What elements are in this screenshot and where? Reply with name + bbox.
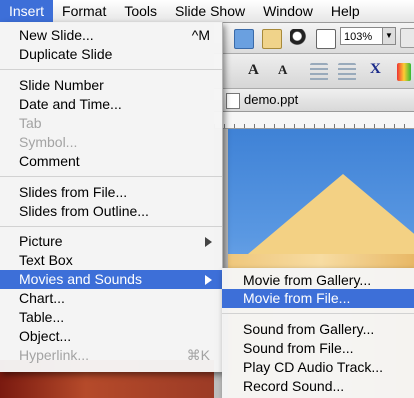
menu-help[interactable]: Help — [322, 0, 369, 22]
submenu-item-sound-from-file[interactable]: Sound from File... — [222, 339, 414, 358]
menu-item-label: Object... — [19, 328, 72, 344]
text-box-icon[interactable] — [316, 29, 336, 49]
submenu-arrow-icon — [205, 275, 212, 285]
menu-item-label: Symbol... — [19, 134, 78, 150]
menu-item-label: Hyperlink... — [19, 347, 90, 363]
decrease-font-size-icon[interactable]: A — [278, 62, 287, 78]
menu-item-text-box[interactable]: Text Box — [0, 251, 222, 270]
menu-insert[interactable]: Insert — [0, 0, 54, 22]
document-title-bar: demo.ppt — [214, 89, 414, 112]
menu-separator — [0, 69, 222, 70]
menu-item-object[interactable]: Object... — [0, 327, 222, 346]
menu-item-label: Table... — [19, 309, 65, 325]
new-slide-icon[interactable] — [234, 29, 254, 49]
menu-item-shortcut: ^M — [191, 27, 210, 43]
menu-item-table[interactable]: Table... — [0, 308, 222, 327]
menu-item-label: Tab — [19, 115, 42, 131]
submenu-item-record-sound[interactable]: Record Sound... — [222, 377, 414, 396]
menu-item-label: Play CD Audio Track... — [243, 359, 384, 375]
menu-item-slides-from-outline[interactable]: Slides from Outline... — [0, 202, 222, 221]
menu-separator — [0, 226, 222, 227]
menu-item-tab: Tab — [0, 114, 222, 133]
menu-item-duplicate-slide[interactable]: Duplicate Slide — [0, 45, 222, 64]
menu-tools[interactable]: Tools — [115, 0, 166, 22]
menu-window[interactable]: Window — [254, 0, 322, 22]
chevron-down-icon: ▼ — [382, 28, 395, 44]
menu-item-new-slide[interactable]: New Slide... ^M — [0, 26, 222, 45]
menu-item-label: Record Sound... — [243, 378, 345, 394]
help-icon[interactable] — [400, 28, 414, 48]
zoom-value: 103% — [344, 31, 373, 43]
submenu-item-sound-from-gallery[interactable]: Sound from Gallery... — [222, 320, 414, 339]
menu-item-label: Comment — [19, 153, 80, 169]
menu-slide-show[interactable]: Slide Show — [166, 0, 254, 22]
indent-icon[interactable] — [310, 63, 328, 81]
menu-item-label: New Slide... — [19, 27, 94, 43]
menu-item-picture[interactable]: Picture — [0, 232, 222, 251]
insert-menu: New Slide... ^M Duplicate Slide Slide Nu… — [0, 22, 223, 372]
font-color-icon[interactable]: X — [370, 61, 381, 78]
menu-item-hyperlink: Hyperlink... ⌘K — [0, 346, 222, 365]
submenu-item-play-cd-audio-track[interactable]: Play CD Audio Track... — [222, 358, 414, 377]
menu-item-label: Sound from Gallery... — [243, 321, 375, 337]
menu-item-label: Sound from File... — [243, 340, 354, 356]
slide-layout-icon[interactable] — [262, 29, 282, 49]
submenu-arrow-icon — [205, 237, 212, 247]
menu-item-label: Movie from Gallery... — [243, 272, 372, 288]
menu-item-label: Text Box — [19, 252, 73, 268]
submenu-item-movie-from-gallery[interactable]: Movie from Gallery... — [222, 271, 414, 290]
slide-photo-roof — [248, 174, 414, 254]
menu-item-label: Chart... — [19, 290, 65, 306]
menu-item-label: Picture — [19, 233, 63, 249]
shapes-icon[interactable] — [290, 29, 308, 47]
menu-item-label: Movie from File... — [243, 290, 351, 306]
menu-item-slides-from-file[interactable]: Slides from File... — [0, 183, 222, 202]
menu-separator — [222, 313, 414, 314]
menu-item-comment[interactable]: Comment — [0, 152, 222, 171]
menu-separator — [0, 176, 222, 177]
menu-item-shortcut: ⌘K — [186, 347, 210, 363]
menu-item-movies-and-sounds[interactable]: Movies and Sounds — [0, 270, 222, 289]
document-icon — [226, 93, 240, 109]
menu-item-label: Movies and Sounds — [19, 271, 142, 287]
menu-format[interactable]: Format — [53, 0, 115, 22]
increase-font-size-icon[interactable]: A — [248, 62, 259, 79]
menu-item-label: Date and Time... — [19, 96, 122, 112]
menu-item-label: Slides from File... — [19, 184, 128, 200]
menu-item-label: Slides from Outline... — [19, 203, 149, 219]
zoom-select[interactable]: 103% ▼ — [340, 27, 396, 45]
horizontal-ruler — [214, 112, 414, 129]
menu-item-chart[interactable]: Chart... — [0, 289, 222, 308]
menu-item-date-and-time[interactable]: Date and Time... — [0, 95, 222, 114]
menu-item-label: Slide Number — [19, 77, 104, 93]
menu-item-symbol: Symbol... — [0, 133, 222, 152]
movies-and-sounds-submenu: Movie from Gallery... Movie from File...… — [222, 268, 414, 398]
menu-item-label: Duplicate Slide — [19, 46, 113, 62]
menu-bar: Insert Format Tools Slide Show Window He… — [0, 0, 414, 23]
document-title: demo.ppt — [244, 92, 299, 107]
outdent-icon[interactable] — [338, 63, 356, 81]
menu-item-slide-number[interactable]: Slide Number — [0, 76, 222, 95]
submenu-item-movie-from-file[interactable]: Movie from File... — [222, 289, 414, 308]
fill-color-icon[interactable] — [397, 63, 411, 81]
